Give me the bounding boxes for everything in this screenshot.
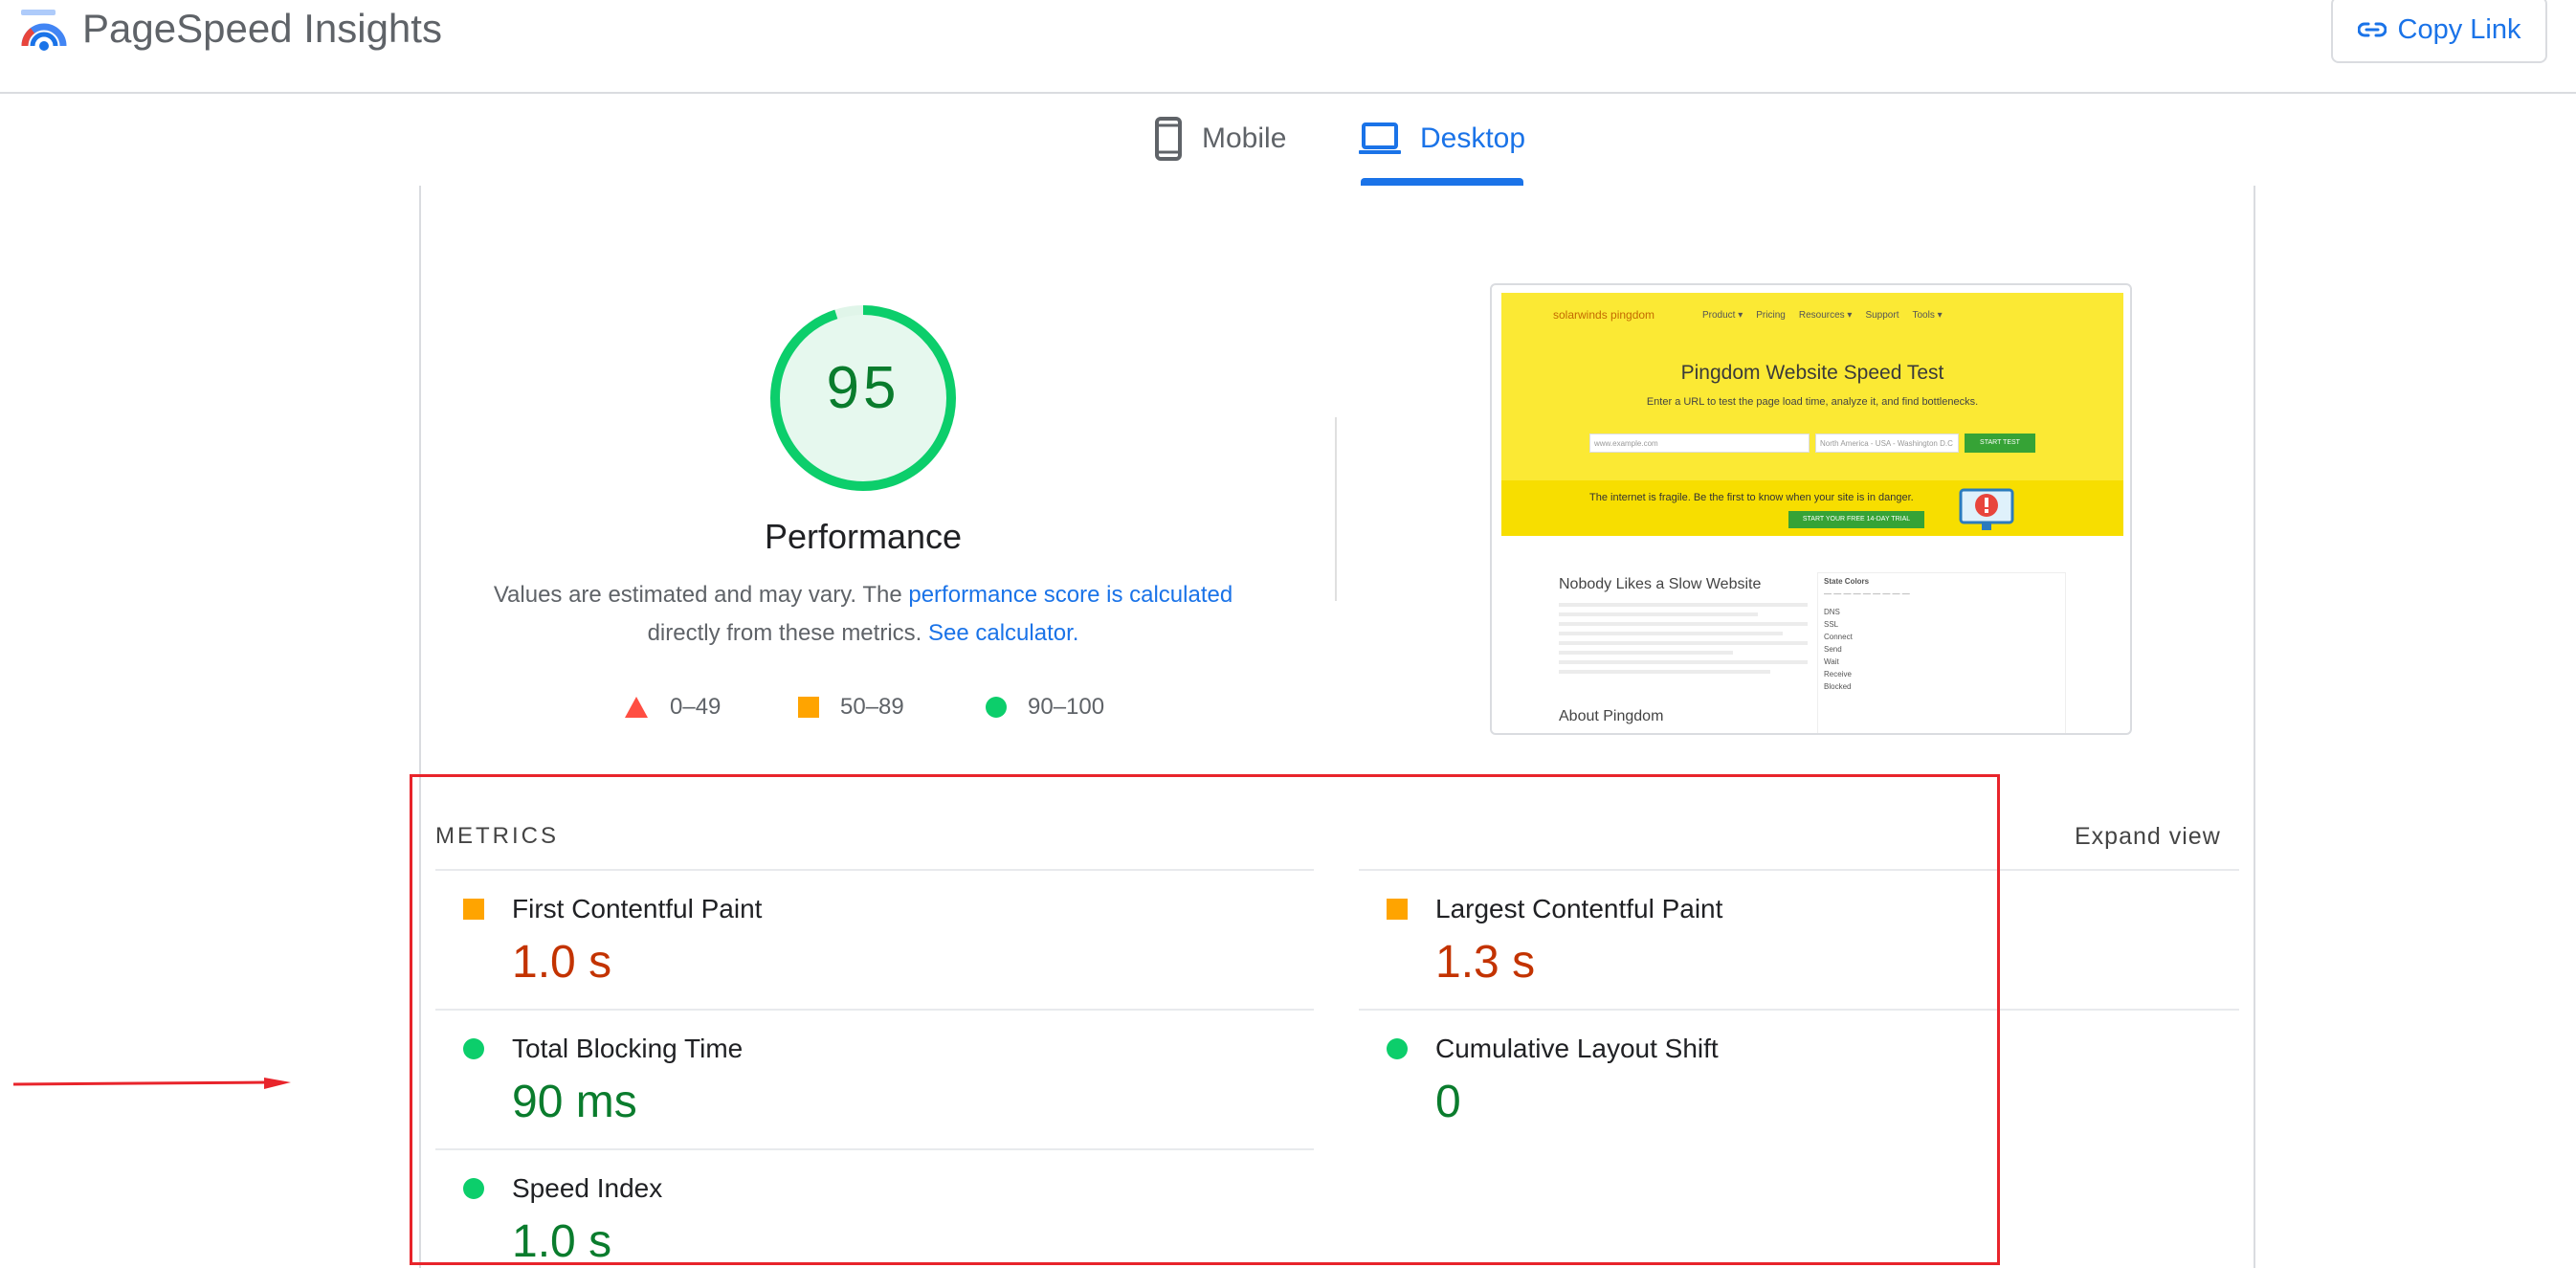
- screenshot-start-test-button: START TEST: [1965, 434, 2035, 453]
- tab-desktop[interactable]: Desktop: [1359, 92, 1525, 186]
- screenshot-states-title: State Colors: [1824, 577, 1870, 586]
- section-divider: [1335, 417, 1337, 601]
- screenshot-state-item: DNS: [1824, 608, 1840, 616]
- score-calculated-link[interactable]: performance score is calculated: [908, 582, 1232, 608]
- screenshot-nav-item: Pricing: [1756, 310, 1786, 321]
- screenshot-nav-item: Resources ▾: [1798, 310, 1853, 321]
- legend-poor-label: 0–49: [670, 694, 722, 720]
- legend-poor: 0–49: [624, 691, 721, 723]
- screenshot-states-desc: — — — — — — — — —: [1824, 590, 1910, 598]
- screenshot-hero: solarwinds pingdom Product ▾ Pricing Res…: [1501, 293, 2123, 536]
- screenshot-nav: Product ▾ Pricing Resources ▾ Support To…: [1702, 310, 1943, 321]
- pagespeed-logo-icon: [21, 10, 67, 51]
- performance-description: Values are estimated and may vary. The p…: [459, 576, 1267, 653]
- screenshot-state-colors: State Colors — — — — — — — — — DNS SSL C…: [1817, 572, 2066, 733]
- mobile-phone-icon: [1155, 117, 1182, 161]
- tab-desktop-label: Desktop: [1420, 122, 1526, 154]
- container-border-right: [2254, 186, 2255, 1268]
- annotation-arrow-icon: [13, 1078, 291, 1089]
- expand-view-button[interactable]: Expand view: [2075, 823, 2221, 851]
- app-title: PageSpeed Insights: [82, 6, 442, 51]
- screenshot-state-item: Send: [1824, 645, 1842, 654]
- screenshot-heading: Nobody Likes a Slow Website: [1559, 576, 1762, 592]
- screenshot-location-select: North America - USA - Washington D.C: [1815, 434, 1959, 453]
- screenshot-nav-item: Tools ▾: [1912, 310, 1943, 321]
- screenshot-state-item: Wait: [1824, 657, 1839, 666]
- screenshot-title: Pingdom Website Speed Test: [1680, 362, 1944, 384]
- screenshot-heading: About Pingdom: [1559, 708, 1664, 724]
- annotation-highlight-box: [410, 774, 2000, 1265]
- screenshot-paragraph: [1559, 603, 1808, 679]
- copy-link-button[interactable]: Copy Link: [2331, 0, 2547, 63]
- performance-title: Performance: [764, 517, 963, 556]
- link-icon: [2357, 22, 2387, 37]
- device-tabs: Mobile Desktop: [0, 92, 2576, 186]
- copy-link-label: Copy Link: [2397, 13, 2521, 45]
- screenshot-state-item: Connect: [1824, 633, 1853, 641]
- orange-square-icon: [798, 697, 819, 718]
- legend-average-label: 50–89: [840, 694, 904, 720]
- red-triangle-icon: [625, 697, 648, 718]
- active-tab-indicator: [1361, 178, 1523, 186]
- screenshot-state-item: Blocked: [1824, 682, 1852, 691]
- app-header: PageSpeed Insights Copy Link: [0, 0, 2576, 94]
- tab-mobile[interactable]: Mobile: [1154, 92, 1286, 186]
- page-screenshot: solarwinds pingdom Product ▾ Pricing Res…: [1490, 283, 2132, 735]
- monitor-alert-icon: [1959, 488, 2014, 530]
- legend-average: 50–89: [798, 691, 904, 723]
- screenshot-nav-item: Product ▾: [1702, 310, 1743, 321]
- see-calculator-link[interactable]: See calculator.: [928, 620, 1078, 646]
- screenshot-subtitle: Enter a URL to test the page load time, …: [1646, 396, 1979, 408]
- screenshot-states-list: DNS SSL Connect Send Wait Receive Blocke…: [1818, 606, 2065, 693]
- performance-score: 95: [826, 355, 900, 421]
- screenshot-state-item: Receive: [1824, 670, 1852, 678]
- tab-mobile-label: Mobile: [1202, 122, 1287, 154]
- legend-good: 90–100: [986, 691, 1104, 723]
- desc-prefix: Values are estimated and may vary. The: [493, 582, 909, 608]
- green-circle-icon: [986, 697, 1007, 718]
- screenshot-url-input: www.example.com: [1589, 434, 1810, 453]
- desc-middle: directly from these metrics.: [647, 620, 928, 646]
- laptop-icon: [1359, 122, 1401, 154]
- screenshot-band-text: The internet is fragile. Be the first to…: [1589, 492, 1914, 503]
- screenshot-state-item: SSL: [1824, 620, 1839, 629]
- screenshot-logo: solarwinds pingdom: [1553, 308, 1655, 322]
- screenshot-nav-item: Support: [1865, 310, 1899, 321]
- screenshot-trial-button: START YOUR FREE 14-DAY TRIAL: [1788, 511, 1924, 528]
- screenshot-band: The internet is fragile. Be the first to…: [1501, 480, 2123, 536]
- legend-good-label: 90–100: [1028, 694, 1105, 720]
